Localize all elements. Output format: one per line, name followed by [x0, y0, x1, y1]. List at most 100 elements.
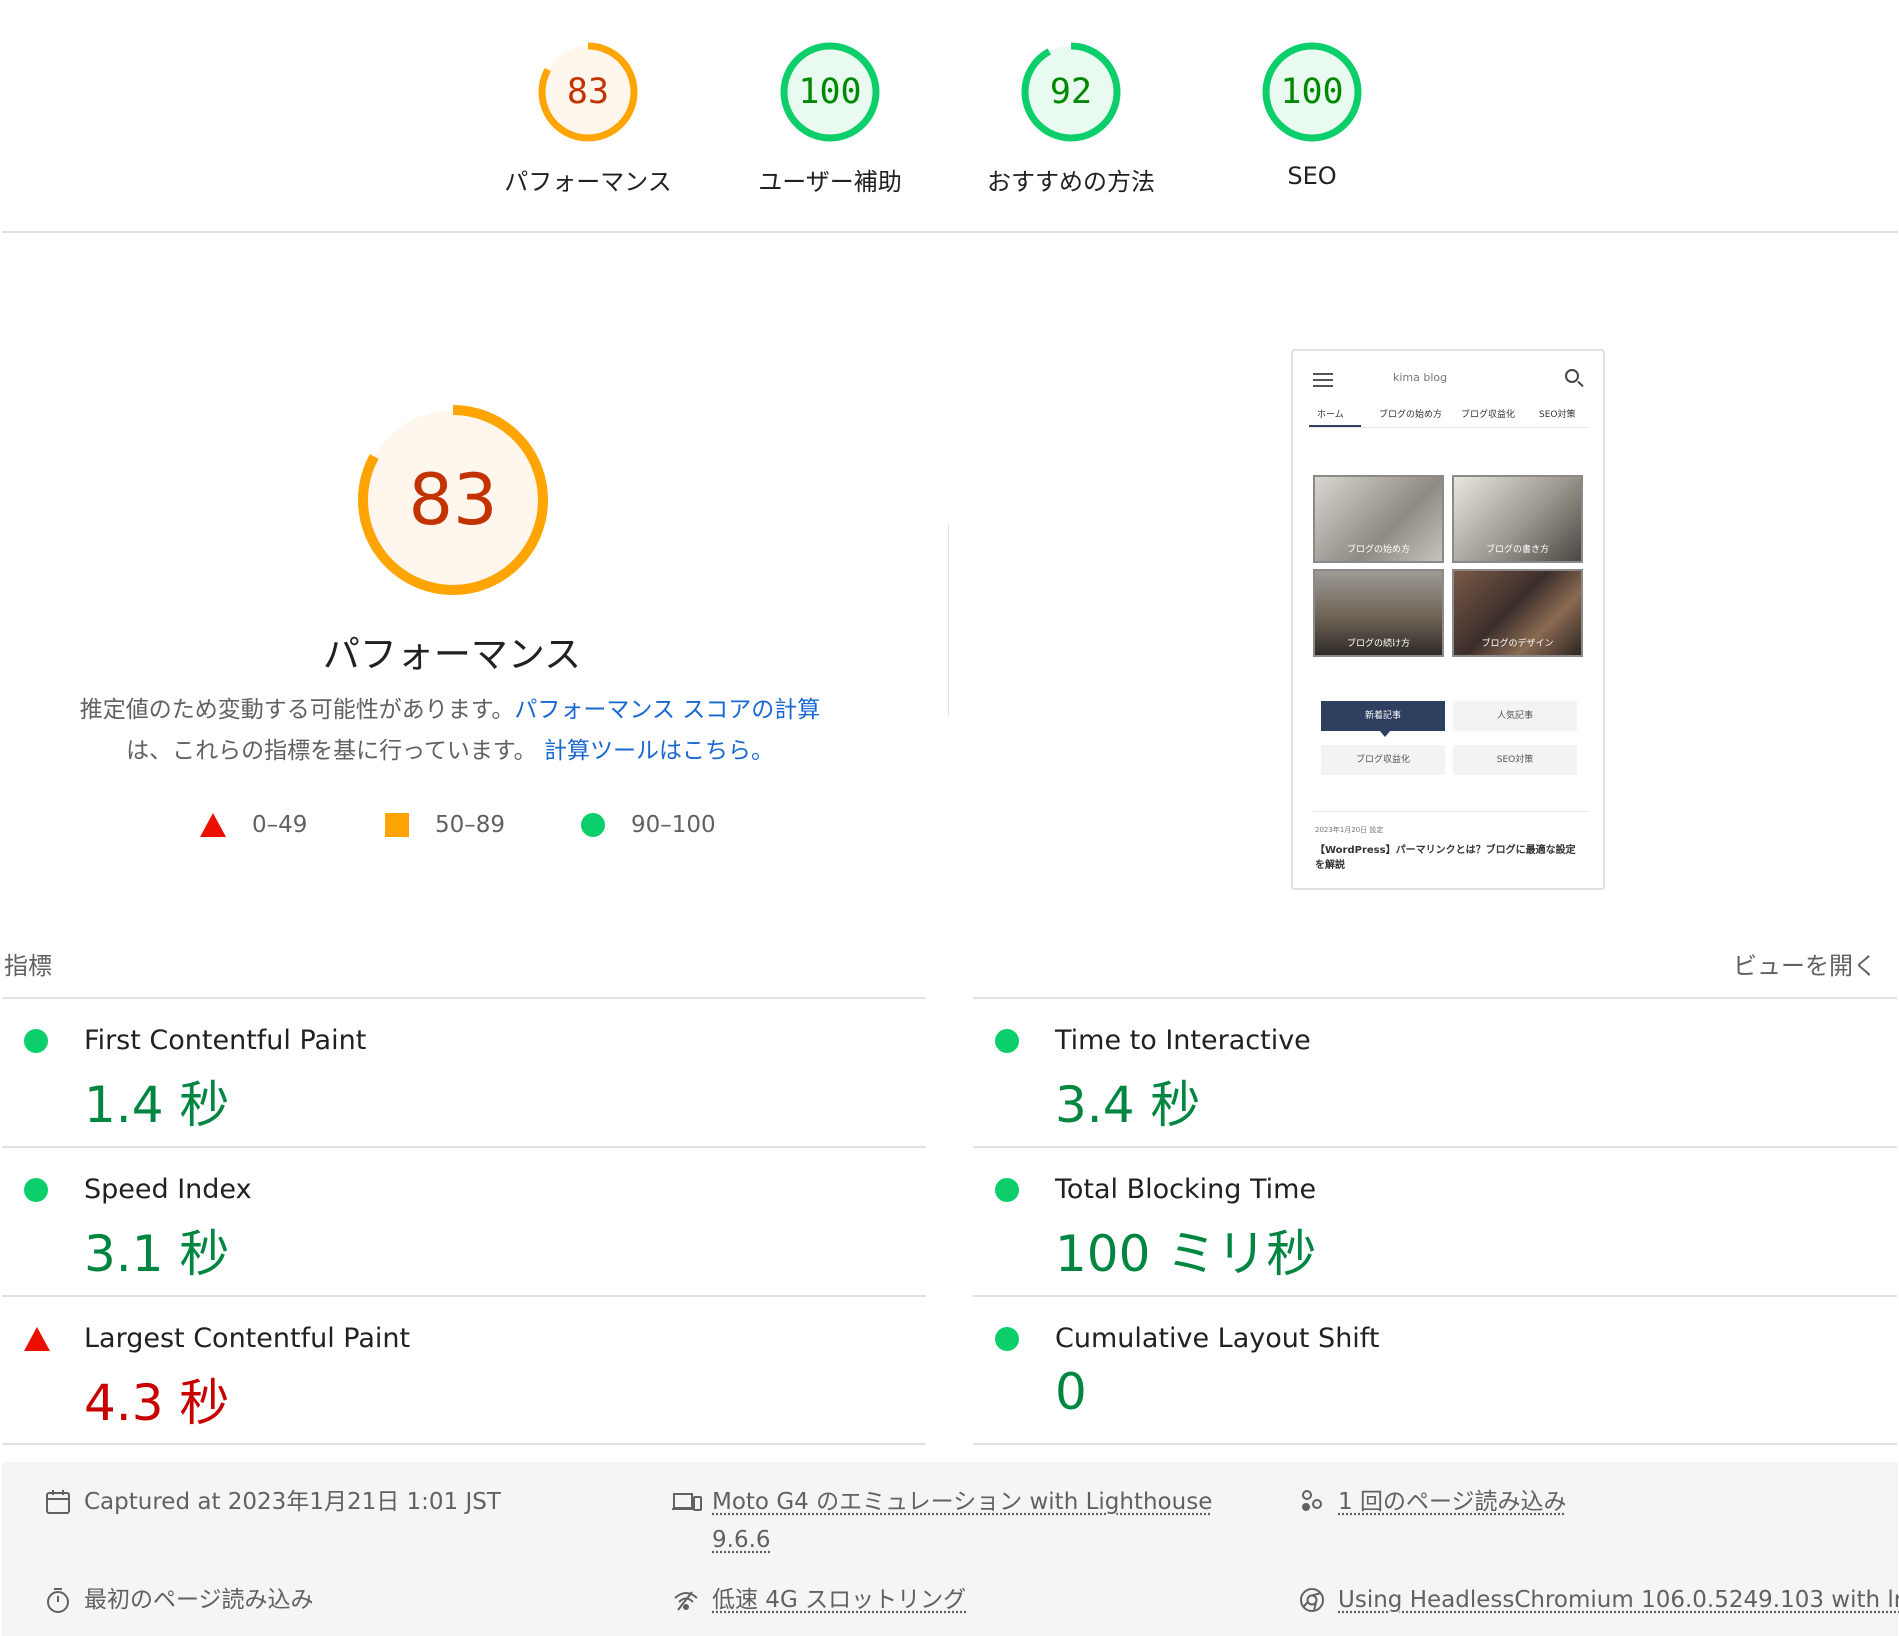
pass-circle-icon [24, 1029, 48, 1053]
signal-icon [672, 1586, 700, 1614]
desc-text: は、これらの指標を基に行っています。 [126, 738, 537, 764]
metric-title: Total Blocking Time [1055, 1174, 1316, 1205]
legend-range: 0–49 [252, 812, 307, 838]
pass-circle-icon [995, 1178, 1019, 1202]
gauge-best-practices[interactable]: 92 おすすめの方法 [971, 40, 1171, 197]
legend-range: 90–100 [631, 812, 716, 838]
expand-view-toggle[interactable]: ビューを開く [1733, 946, 1877, 981]
thumb-tile: ブログの始め方 [1313, 475, 1444, 563]
thumb-tile: ブログの続け方 [1313, 569, 1444, 657]
metric-value: 4.3 秒 [84, 1363, 229, 1435]
metric-first-contentful-paint: First Contentful Paint 1.4 秒 [2, 997, 926, 1147]
chrome-icon [1298, 1586, 1326, 1614]
metric-value: 3.1 秒 [84, 1214, 229, 1286]
info-captured: Captured at 2023年1月21日 1:01 JST [44, 1488, 501, 1516]
gauge-score: 100 [1260, 40, 1364, 144]
thumb-button: 新着記事 [1321, 701, 1445, 731]
tile-label: ブログのデザイン [1454, 636, 1581, 649]
legend-fail: 0–49 [200, 812, 307, 838]
metric-title: Speed Index [84, 1174, 252, 1205]
thumb-button: 人気記事 [1453, 701, 1577, 731]
fail-triangle-icon [24, 1327, 50, 1351]
gauge-ring: 100 [778, 40, 882, 144]
metric-total-blocking-time: Total Blocking Time 100 ミリ秒 [973, 1146, 1897, 1296]
info-throttling: 低速 4G スロットリング [672, 1586, 966, 1624]
gauge-label: ユーザー補助 [730, 162, 930, 197]
run-info: Captured at 2023年1月21日 1:01 JST Moto G4 … [2, 1462, 1898, 1636]
final-screenshot[interactable]: kima blog ホーム ブログの始め方 ブログ収益化 SEO対策 ブログの始… [1291, 349, 1605, 890]
performance-gauge: 83 [353, 400, 553, 600]
thumb-button: ブログ収益化 [1321, 745, 1445, 775]
tab-rule [1309, 427, 1589, 428]
pass-circle-icon [995, 1029, 1019, 1053]
desc-text: 推定値のため変動する可能性があります。 [80, 697, 515, 723]
header-divider [2, 231, 1898, 233]
performance-score: 83 [353, 400, 553, 600]
metric-title: Time to Interactive [1055, 1025, 1311, 1056]
gauge-ring: 83 [536, 40, 640, 144]
gauge-score: 92 [1019, 40, 1123, 144]
calculator-link[interactable]: 計算ツールはこちら。 [544, 738, 774, 764]
metric-value: 1.4 秒 [84, 1065, 229, 1137]
pass-circle-icon [995, 1327, 1019, 1351]
devices-icon [672, 1488, 700, 1516]
device-link[interactable]: Moto G4 のエミュレーション with Lighthouse [712, 1478, 1212, 1526]
site-tab: SEO対策 [1539, 407, 1575, 420]
page-loads-icon [1298, 1488, 1326, 1516]
performance-description: 推定値のため変動する可能性があります。パフォーマンス スコアの計算 は、これらの… [40, 690, 860, 772]
site-tab: ブログの始め方 [1379, 407, 1442, 420]
gauge-ring: 100 [1260, 40, 1364, 144]
gauge-performance[interactable]: 83 パフォーマンス [488, 40, 688, 197]
thumb-tile: ブログのデザイン [1452, 569, 1583, 657]
menu-icon [1313, 373, 1333, 391]
gauge-label: パフォーマンス [488, 162, 688, 197]
metric-title: Cumulative Layout Shift [1055, 1323, 1379, 1354]
score-legend: 0–49 50–89 90–100 [0, 812, 900, 846]
info-initial-load: 最初のページ読み込み [44, 1586, 314, 1614]
thumb-button: SEO対策 [1453, 745, 1577, 775]
circle-icon [581, 813, 605, 837]
metric-value: 3.4 秒 [1055, 1065, 1200, 1137]
performance-title: パフォーマンス [252, 624, 652, 678]
metric-speed-index: Speed Index 3.1 秒 [2, 1146, 926, 1296]
info-browser: Using HeadlessChromium 106.0.5249.103 wi… [1298, 1586, 1899, 1624]
metric-cumulative-layout-shift: Cumulative Layout Shift 0 [973, 1295, 1897, 1445]
captured-text: Captured at 2023年1月21日 1:01 JST [84, 1488, 501, 1516]
thumb-tile: ブログの書き方 [1452, 475, 1583, 563]
metrics-bottom-rule [973, 1443, 1897, 1445]
site-brand: kima blog [1393, 371, 1447, 384]
score-calc-link[interactable]: パフォーマンス スコアの計算 [514, 697, 820, 723]
metric-largest-contentful-paint: Largest Contentful Paint 4.3 秒 [2, 1295, 926, 1445]
legend-average: 50–89 [385, 812, 505, 838]
calendar-icon [44, 1488, 72, 1516]
gauge-score: 83 [536, 40, 640, 144]
category-gauges: 83 パフォーマンス 100 ユーザー補助 92 おすすめの方法 100 SEO [0, 0, 1899, 232]
site-tab: ブログ収益化 [1461, 407, 1515, 420]
info-page-loads: 1 回のページ読み込み [1298, 1488, 1566, 1526]
gauge-ring: 92 [1019, 40, 1123, 144]
tile-label: ブログの続け方 [1315, 636, 1442, 649]
browser-link[interactable]: Using HeadlessChromium 106.0.5249.103 wi… [1338, 1576, 1899, 1624]
post-title: 【WordPress】パーマリンクとは？ブログに最適な設定を解説 [1315, 843, 1585, 873]
metric-value: 0 [1055, 1363, 1087, 1421]
triangle-icon [200, 813, 226, 837]
metrics-bottom-rule [2, 1443, 926, 1445]
legend-pass: 90–100 [581, 812, 716, 838]
thumb-divider [1313, 811, 1589, 812]
gauge-score: 100 [778, 40, 882, 144]
gauge-accessibility[interactable]: 100 ユーザー補助 [730, 40, 930, 197]
metrics-heading: 指標 [4, 946, 52, 981]
vertical-divider [948, 524, 949, 716]
gauge-label: SEO [1212, 162, 1412, 190]
info-device: Moto G4 のエミュレーション with Lighthouse 9.6.6 [672, 1488, 1212, 1564]
page-loads-link[interactable]: 1 回のページ読み込み [1338, 1478, 1566, 1526]
throttling-link[interactable]: 低速 4G スロットリング [712, 1576, 966, 1624]
caret-down-icon [1379, 730, 1391, 737]
gauge-label: おすすめの方法 [971, 162, 1171, 197]
post-meta: 2023年1月20日 設定 [1315, 825, 1383, 835]
stopwatch-icon [44, 1586, 72, 1614]
tile-label: ブログの始め方 [1315, 542, 1442, 555]
tile-label: ブログの書き方 [1454, 542, 1581, 555]
gauge-seo[interactable]: 100 SEO [1212, 40, 1412, 190]
metric-time-to-interactive: Time to Interactive 3.4 秒 [973, 997, 1897, 1147]
